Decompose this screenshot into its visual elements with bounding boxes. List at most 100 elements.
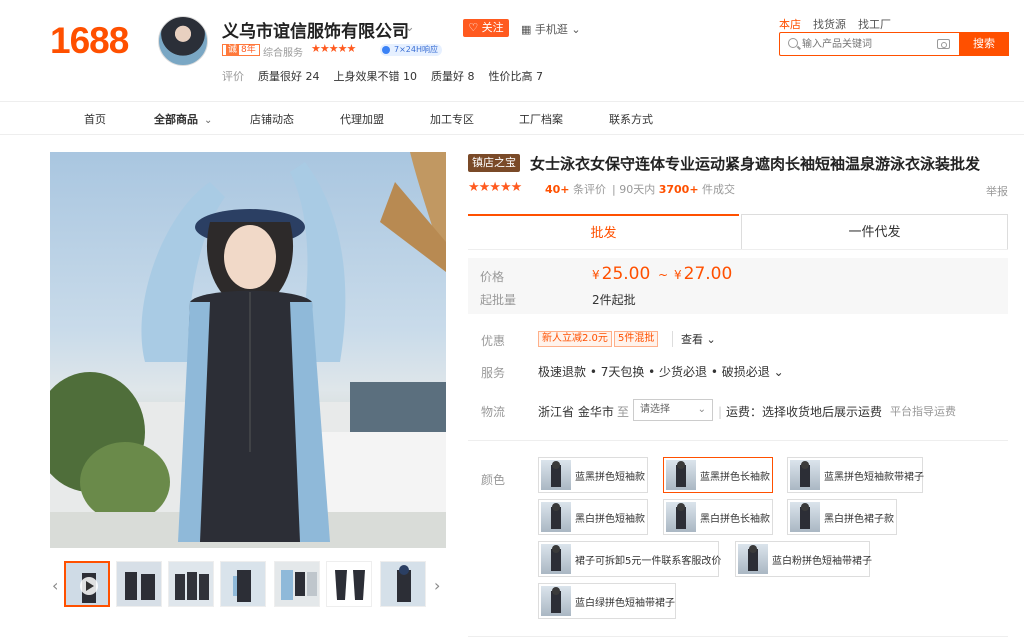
shop-name[interactable]: 义乌市谊信服饰有限公司 <box>222 17 409 42</box>
service-label: 服务 <box>481 366 506 380</box>
price-separator: ~ <box>658 268 669 282</box>
moq-value: 2件起批 <box>592 293 636 307</box>
nav-factory-profile[interactable]: 工厂档案 <box>519 111 563 127</box>
moq-label: 起批量 <box>480 293 517 307</box>
thumbnail-image[interactable] <box>274 561 320 607</box>
sold-number: 3700+ <box>658 183 699 196</box>
shop-header: 1688 义乌市谊信服饰有限公司 ⌄ ♡ 关注 ▦ 手机逛 ⌄ 诚 8年 综合服务… <box>0 0 1024 102</box>
platform-freight-link[interactable]: 平台指导运费 <box>890 403 956 419</box>
nav-processing[interactable]: 加工专区 <box>430 111 474 127</box>
color-option[interactable]: 蓝黑拼色短袖款带裙子 <box>787 457 924 493</box>
price-high-value: 27.00 <box>683 264 733 284</box>
currency-symbol: ¥ <box>592 268 600 282</box>
section-divider <box>468 440 1008 441</box>
chevron-down-icon: ⌄ <box>697 404 706 415</box>
service-guarantees[interactable]: 极速退款 • 7天包换 • 少货必退 • 破损必退 ⌄ <box>538 363 784 380</box>
price-label: 价格 <box>480 270 505 284</box>
chevron-right-icon[interactable]: › <box>434 576 440 595</box>
color-option[interactable]: 蓝白绿拼色短袖带裙子 <box>538 583 676 619</box>
product-main-image[interactable] <box>50 152 446 548</box>
shop-avatar[interactable] <box>158 16 208 66</box>
thumbnail-image[interactable] <box>168 561 214 607</box>
tab-dropship[interactable]: 一件代发 <box>741 214 1008 250</box>
color-option[interactable]: 黑白拼色裙子款 <box>787 499 897 535</box>
promo-tag-new-user[interactable]: 新人立减2.0元 <box>538 331 612 347</box>
price-low-value: 25.00 <box>601 264 651 284</box>
destination-select-value: 请选择 <box>640 404 670 415</box>
sold-suffix: 件成交 <box>702 183 736 196</box>
chevron-left-icon[interactable]: ‹ <box>52 576 58 595</box>
color-option[interactable]: 黑白拼色长袖款 <box>663 499 773 535</box>
follow-button[interactable]: ♡ 关注 <box>463 19 509 37</box>
swimsuit-model-illustration <box>50 152 446 548</box>
nav-home[interactable]: 首页 <box>84 111 106 127</box>
shop-rating-stars: ★★★★★ <box>311 42 356 55</box>
eval-tag[interactable]: 上身效果不错 10 <box>334 68 418 84</box>
camera-icon[interactable] <box>937 39 950 49</box>
color-option[interactable]: 蓝黑拼色长袖款 <box>663 457 773 493</box>
nav-contact[interactable]: 联系方式 <box>609 111 653 127</box>
nav-shop-news[interactable]: 店铺动态 <box>250 111 294 127</box>
thumbnail-image[interactable] <box>220 561 266 607</box>
scope-find-source[interactable]: 找货源 <box>813 16 846 32</box>
color-swatch-image <box>790 502 820 532</box>
nav-agent[interactable]: 代理加盟 <box>340 111 384 127</box>
color-option[interactable]: 蓝白粉拼色短袖带裙子 <box>735 541 872 577</box>
color-swatch-image <box>666 502 696 532</box>
color-option-label: 蓝黑拼色长袖款 <box>700 472 770 483</box>
mobile-link[interactable]: ▦ 手机逛 ⌄ <box>521 21 581 37</box>
search-icon <box>788 38 798 48</box>
shop-year-badge: 诚 8年 <box>222 44 260 56</box>
search-input[interactable] <box>802 36 932 52</box>
color-option-label: 蓝黑拼色短袖款带裙子 <box>824 472 924 483</box>
search-button[interactable]: 搜索 <box>959 32 1009 56</box>
color-option[interactable]: 黑白拼色短袖款 <box>538 499 648 535</box>
color-swatch-image <box>541 460 571 490</box>
color-option[interactable]: 裙子可拆卸5元一件联系客服改价 <box>538 541 721 577</box>
eval-tag[interactable]: 性价比高 7 <box>489 68 544 84</box>
search-scope-tabs: 本店 找货源 找工厂 <box>779 16 891 32</box>
color-option[interactable]: 蓝黑拼色短袖款 <box>538 457 648 493</box>
color-label: 颜色 <box>481 473 506 487</box>
section-divider <box>468 636 1008 637</box>
review-count-suffix: 条评价 <box>573 183 607 196</box>
product-rating-stars: ★★★★★ <box>468 180 522 195</box>
price-low: ¥25.00 <box>592 264 650 284</box>
sold-prefix: 90天内 <box>619 183 656 196</box>
nav-all-products[interactable]: 全部商品 ⌄ <box>154 111 212 127</box>
promo-label: 优惠 <box>481 334 506 348</box>
thumbnail-image[interactable] <box>380 561 426 607</box>
year-badge-text: 8年 <box>241 45 256 55</box>
ship-to-label: 至 <box>617 405 630 419</box>
price-panel: 价格 ¥25.00 ~ ¥27.00 起批量 2件起批 <box>468 258 1008 314</box>
shop-treasure-tag: 镇店之宝 <box>468 154 520 172</box>
report-link[interactable]: 举报 <box>986 183 1008 199</box>
color-option-label: 黑白拼色长袖款 <box>700 514 770 525</box>
eval-tag[interactable]: 质量好 8 <box>431 68 475 84</box>
thumbnail-video[interactable] <box>64 561 110 607</box>
promo-view-link[interactable]: 查看 ⌄ <box>672 331 716 347</box>
tab-divider <box>468 249 1008 250</box>
site-logo[interactable]: 1688 <box>50 20 129 62</box>
follow-label: 关注 <box>481 21 504 34</box>
thumbnail-image[interactable] <box>326 561 372 607</box>
product-title: 女士泳衣女保守连体专业运动紧身遮肉长袖短袖温泉游泳衣泳装批发 <box>530 155 981 173</box>
chevron-down-icon[interactable]: ⌄ <box>404 20 415 35</box>
thumbnail-image[interactable] <box>116 561 162 607</box>
scope-find-factory[interactable]: 找工厂 <box>858 16 891 32</box>
color-option-label: 蓝黑拼色短袖款 <box>575 472 645 483</box>
logistics-label: 物流 <box>481 405 506 419</box>
color-option-label: 蓝白粉拼色短袖带裙子 <box>772 556 872 567</box>
promo-tag-mixed-batch[interactable]: 5件混批 <box>614 331 659 347</box>
color-option-label: 蓝白绿拼色短袖带裙子 <box>575 598 675 609</box>
scope-this-shop[interactable]: 本店 <box>779 16 801 32</box>
qr-icon: ▦ <box>521 23 532 36</box>
eval-tag[interactable]: 质量很好 24 <box>258 68 320 84</box>
tab-wholesale[interactable]: 批发 <box>468 214 739 250</box>
color-option-label: 黑白拼色裙子款 <box>824 514 894 525</box>
response-badge: 7×24H响应 <box>380 44 442 56</box>
freight-divider: | <box>718 405 723 419</box>
color-swatch-image <box>541 586 571 616</box>
review-count[interactable]: 40+ 条评价 <box>545 181 606 197</box>
destination-select[interactable]: 请选择 ⌄ <box>633 399 713 421</box>
